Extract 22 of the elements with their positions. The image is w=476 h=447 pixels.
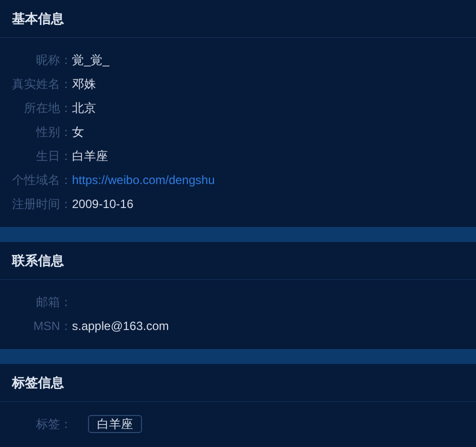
- field-label: 所在地：: [23, 100, 72, 117]
- field-label: 性别：: [34, 124, 72, 141]
- profile-link[interactable]: https://weibo.com/dengshu: [72, 171, 215, 189]
- field-label: 邮箱：: [35, 294, 72, 311]
- section-title: 联系信息: [12, 252, 64, 270]
- field-label: 真实姓名：: [11, 76, 72, 93]
- field-label: 昵称：: [35, 52, 72, 69]
- section-title: 基本信息: [12, 10, 64, 28]
- field-value: 白羊座: [72, 148, 108, 165]
- field-value: 女: [72, 124, 84, 141]
- field-label: 注册时间：: [11, 196, 72, 213]
- field-label: 个性域名：: [11, 172, 72, 189]
- field-value: s.apple@163.com: [72, 318, 169, 335]
- field-value: 2009-10-16: [72, 196, 134, 213]
- field-label: 生日：: [35, 148, 72, 165]
- field-label: MSN：: [32, 318, 72, 335]
- field-value: 北京: [72, 100, 96, 117]
- tag[interactable]: 白羊座: [88, 415, 142, 433]
- field-value: 邓姝: [72, 76, 96, 93]
- field-label: 标签：: [35, 416, 72, 433]
- section-title: 标签信息: [12, 374, 64, 392]
- field-value: 覚_覚_: [72, 52, 110, 69]
